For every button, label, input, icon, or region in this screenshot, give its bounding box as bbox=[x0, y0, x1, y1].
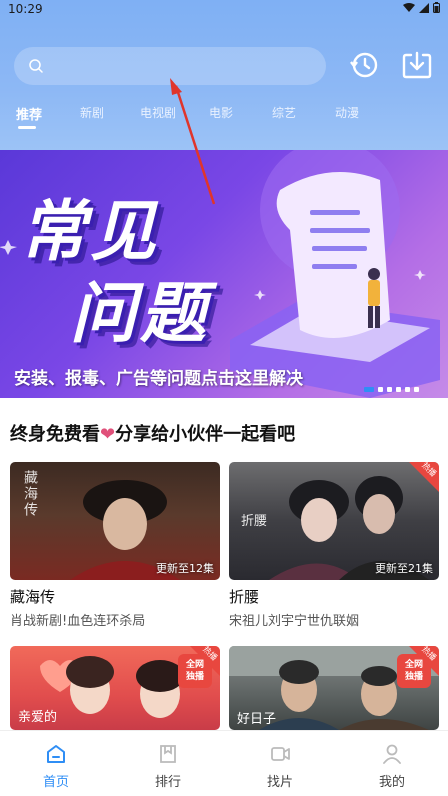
banner-pagination bbox=[364, 387, 419, 392]
wifi-icon bbox=[403, 2, 415, 12]
poster-text: 好日子 bbox=[237, 712, 277, 727]
nav-home[interactable]: 首页 bbox=[26, 743, 86, 790]
poster-text: 藏海传 bbox=[22, 470, 38, 518]
video-description: 肖战新剧!血色连环杀局 bbox=[10, 614, 146, 629]
search-input[interactable] bbox=[14, 47, 326, 85]
pagination-dot bbox=[396, 387, 401, 392]
nav-profile-label: 我的 bbox=[378, 775, 405, 790]
pagination-dot bbox=[414, 387, 419, 392]
history-icon[interactable] bbox=[349, 50, 379, 80]
banner-title-line2: 问题 bbox=[70, 275, 210, 352]
poster-text: 亲爱的 bbox=[18, 710, 58, 725]
tab-anime[interactable]: 动漫 bbox=[335, 104, 359, 121]
status-time: 10:29 bbox=[8, 2, 43, 16]
banner-caption: 安装、报毒、广告等问题点击这里解决 bbox=[14, 369, 303, 389]
section-title-prefix: 终身免费看 bbox=[10, 424, 100, 445]
tab-tv-series[interactable]: 电视剧 bbox=[140, 104, 176, 121]
tab-variety[interactable]: 综艺 bbox=[272, 104, 296, 121]
search-icon bbox=[29, 59, 43, 73]
episode-badge: 更新至21集 bbox=[375, 562, 433, 575]
heart-icon: ❤ bbox=[100, 424, 116, 445]
nav-find-label: 找片 bbox=[266, 775, 293, 790]
pagination-dot bbox=[387, 387, 392, 392]
download-icon[interactable] bbox=[402, 50, 432, 80]
poster-text: 折腰 bbox=[241, 514, 268, 529]
episode-badge: 更新至12集 bbox=[156, 562, 214, 575]
video-title: 折腰 bbox=[229, 588, 260, 606]
video-poster[interactable]: 折腰 热播 更新至21集 bbox=[229, 462, 439, 580]
section-title-suffix: 分享给小伙伴一起看吧 bbox=[115, 424, 296, 445]
pagination-dot bbox=[364, 387, 374, 392]
header: 10:29 推荐 新剧 电视剧 电影 综艺 动漫 bbox=[0, 0, 448, 150]
tab-movie[interactable]: 电影 bbox=[209, 104, 233, 121]
section-title: 终身免费看❤分享给小伙伴一起看吧 bbox=[10, 420, 295, 446]
profile-icon bbox=[383, 744, 401, 764]
video-poster[interactable]: 好日子 全网 独播 热播 bbox=[229, 646, 439, 730]
banner-faq[interactable]: 常见 问题 安装、报毒、广告等问题点击这里解决 bbox=[0, 150, 448, 398]
nav-ranking[interactable]: 排行 bbox=[138, 743, 198, 790]
ranking-icon bbox=[160, 745, 176, 763]
pagination-dot bbox=[405, 387, 410, 392]
status-icons bbox=[403, 2, 440, 13]
video-description: 宋祖儿刘宇宁世仇联姻 bbox=[229, 614, 360, 629]
film-icon bbox=[271, 747, 290, 761]
active-tab-indicator bbox=[18, 126, 36, 129]
category-tabs: 推荐 新剧 电视剧 电影 综艺 动漫 bbox=[0, 104, 448, 130]
bottom-navigation: 首页 排行 找片 我的 bbox=[0, 730, 448, 796]
video-poster[interactable]: 藏海传 更新至12集 bbox=[10, 462, 220, 580]
nav-profile[interactable]: 我的 bbox=[362, 743, 422, 790]
signal-icon bbox=[419, 2, 429, 13]
battery-icon bbox=[433, 2, 440, 13]
home-icon bbox=[47, 745, 65, 763]
nav-home-label: 首页 bbox=[42, 775, 69, 790]
pagination-dot bbox=[378, 387, 383, 392]
nav-find[interactable]: 找片 bbox=[250, 743, 310, 790]
video-title: 藏海传 bbox=[10, 588, 56, 606]
tab-new-drama[interactable]: 新剧 bbox=[80, 104, 104, 121]
status-bar: 10:29 bbox=[0, 0, 448, 20]
tab-recommend[interactable]: 推荐 bbox=[16, 104, 42, 123]
nav-ranking-label: 排行 bbox=[154, 775, 181, 790]
video-poster[interactable]: 亲爱的 全网 独播 热播 bbox=[10, 646, 220, 730]
